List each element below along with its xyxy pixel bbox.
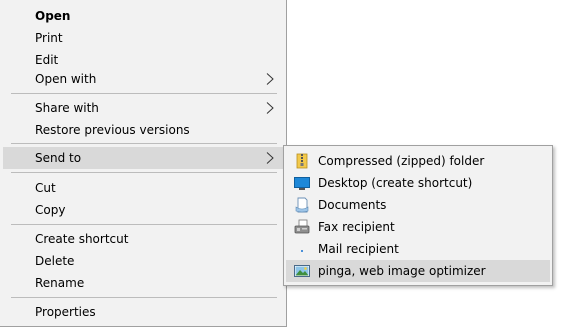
menu-item-label: Properties [35, 305, 96, 319]
menu-item-open-with[interactable]: Open with [3, 68, 283, 90]
menu-item-print[interactable]: Print [3, 27, 283, 49]
submenu-item-label: Fax recipient [318, 220, 395, 234]
fax-icon [294, 219, 310, 234]
menu-item-open[interactable]: Open [3, 5, 283, 27]
menu-item-send-to[interactable]: Send to [3, 147, 283, 169]
menu-item-label: Share with [35, 101, 99, 115]
submenu-item-label: Documents [318, 198, 387, 212]
menu-separator [11, 93, 277, 94]
submenu-item-label: pinga, web image optimizer [318, 264, 486, 278]
menu-item-properties[interactable]: Properties [3, 301, 283, 323]
menu-item-label: Create shortcut [35, 232, 129, 246]
chevron-right-icon [266, 73, 274, 85]
menu-separator [11, 172, 277, 173]
zip-folder-icon [296, 153, 308, 169]
documents-icon [295, 197, 309, 213]
menu-item-label: Restore previous versions [35, 123, 190, 137]
menu-item-share-with[interactable]: Share with [3, 97, 283, 119]
menu-separator [11, 224, 277, 225]
submenu-item-documents[interactable]: Documents [286, 194, 550, 216]
menu-item-create-shortcut[interactable]: Create shortcut [3, 228, 283, 250]
submenu-item-compressed-folder[interactable]: Compressed (zipped) folder [286, 150, 550, 172]
send-to-submenu: Compressed (zipped) folder Desktop (crea… [283, 145, 553, 286]
submenu-item-fax-recipient[interactable]: Fax recipient [286, 216, 550, 238]
menu-separator [11, 143, 277, 144]
desktop-icon [294, 177, 310, 190]
context-menu: Open Print Edit Open with Share with Res… [0, 0, 287, 327]
menu-item-rename[interactable]: Rename [3, 272, 283, 294]
submenu-item-label: Compressed (zipped) folder [318, 154, 485, 168]
submenu-item-label: Desktop (create shortcut) [318, 176, 473, 190]
chevron-right-icon [266, 102, 274, 114]
menu-item-delete[interactable]: Delete [3, 250, 283, 272]
menu-item-copy[interactable]: Copy [3, 199, 283, 221]
menu-item-label: Send to [35, 151, 82, 165]
menu-item-label: Print [35, 31, 63, 45]
menu-item-cut[interactable]: Cut [3, 177, 283, 199]
submenu-item-mail-recipient[interactable]: Mail recipient [286, 238, 550, 260]
menu-item-label: Delete [35, 254, 75, 268]
screen: Open Print Edit Open with Share with Res… [0, 0, 588, 328]
menu-item-label: Copy [35, 203, 66, 217]
image-optimizer-icon [294, 265, 310, 277]
menu-item-restore-previous-versions[interactable]: Restore previous versions [3, 119, 283, 141]
menu-separator [11, 297, 277, 298]
menu-item-label: Cut [35, 181, 56, 195]
chevron-right-icon [266, 152, 274, 164]
submenu-item-pinga[interactable]: pinga, web image optimizer [286, 260, 550, 282]
submenu-item-desktop[interactable]: Desktop (create shortcut) [286, 172, 550, 194]
submenu-item-label: Mail recipient [318, 242, 399, 256]
mail-icon [301, 250, 303, 252]
menu-item-label: Open [35, 9, 71, 23]
menu-item-label: Open with [35, 72, 97, 86]
menu-item-label: Rename [35, 276, 85, 290]
